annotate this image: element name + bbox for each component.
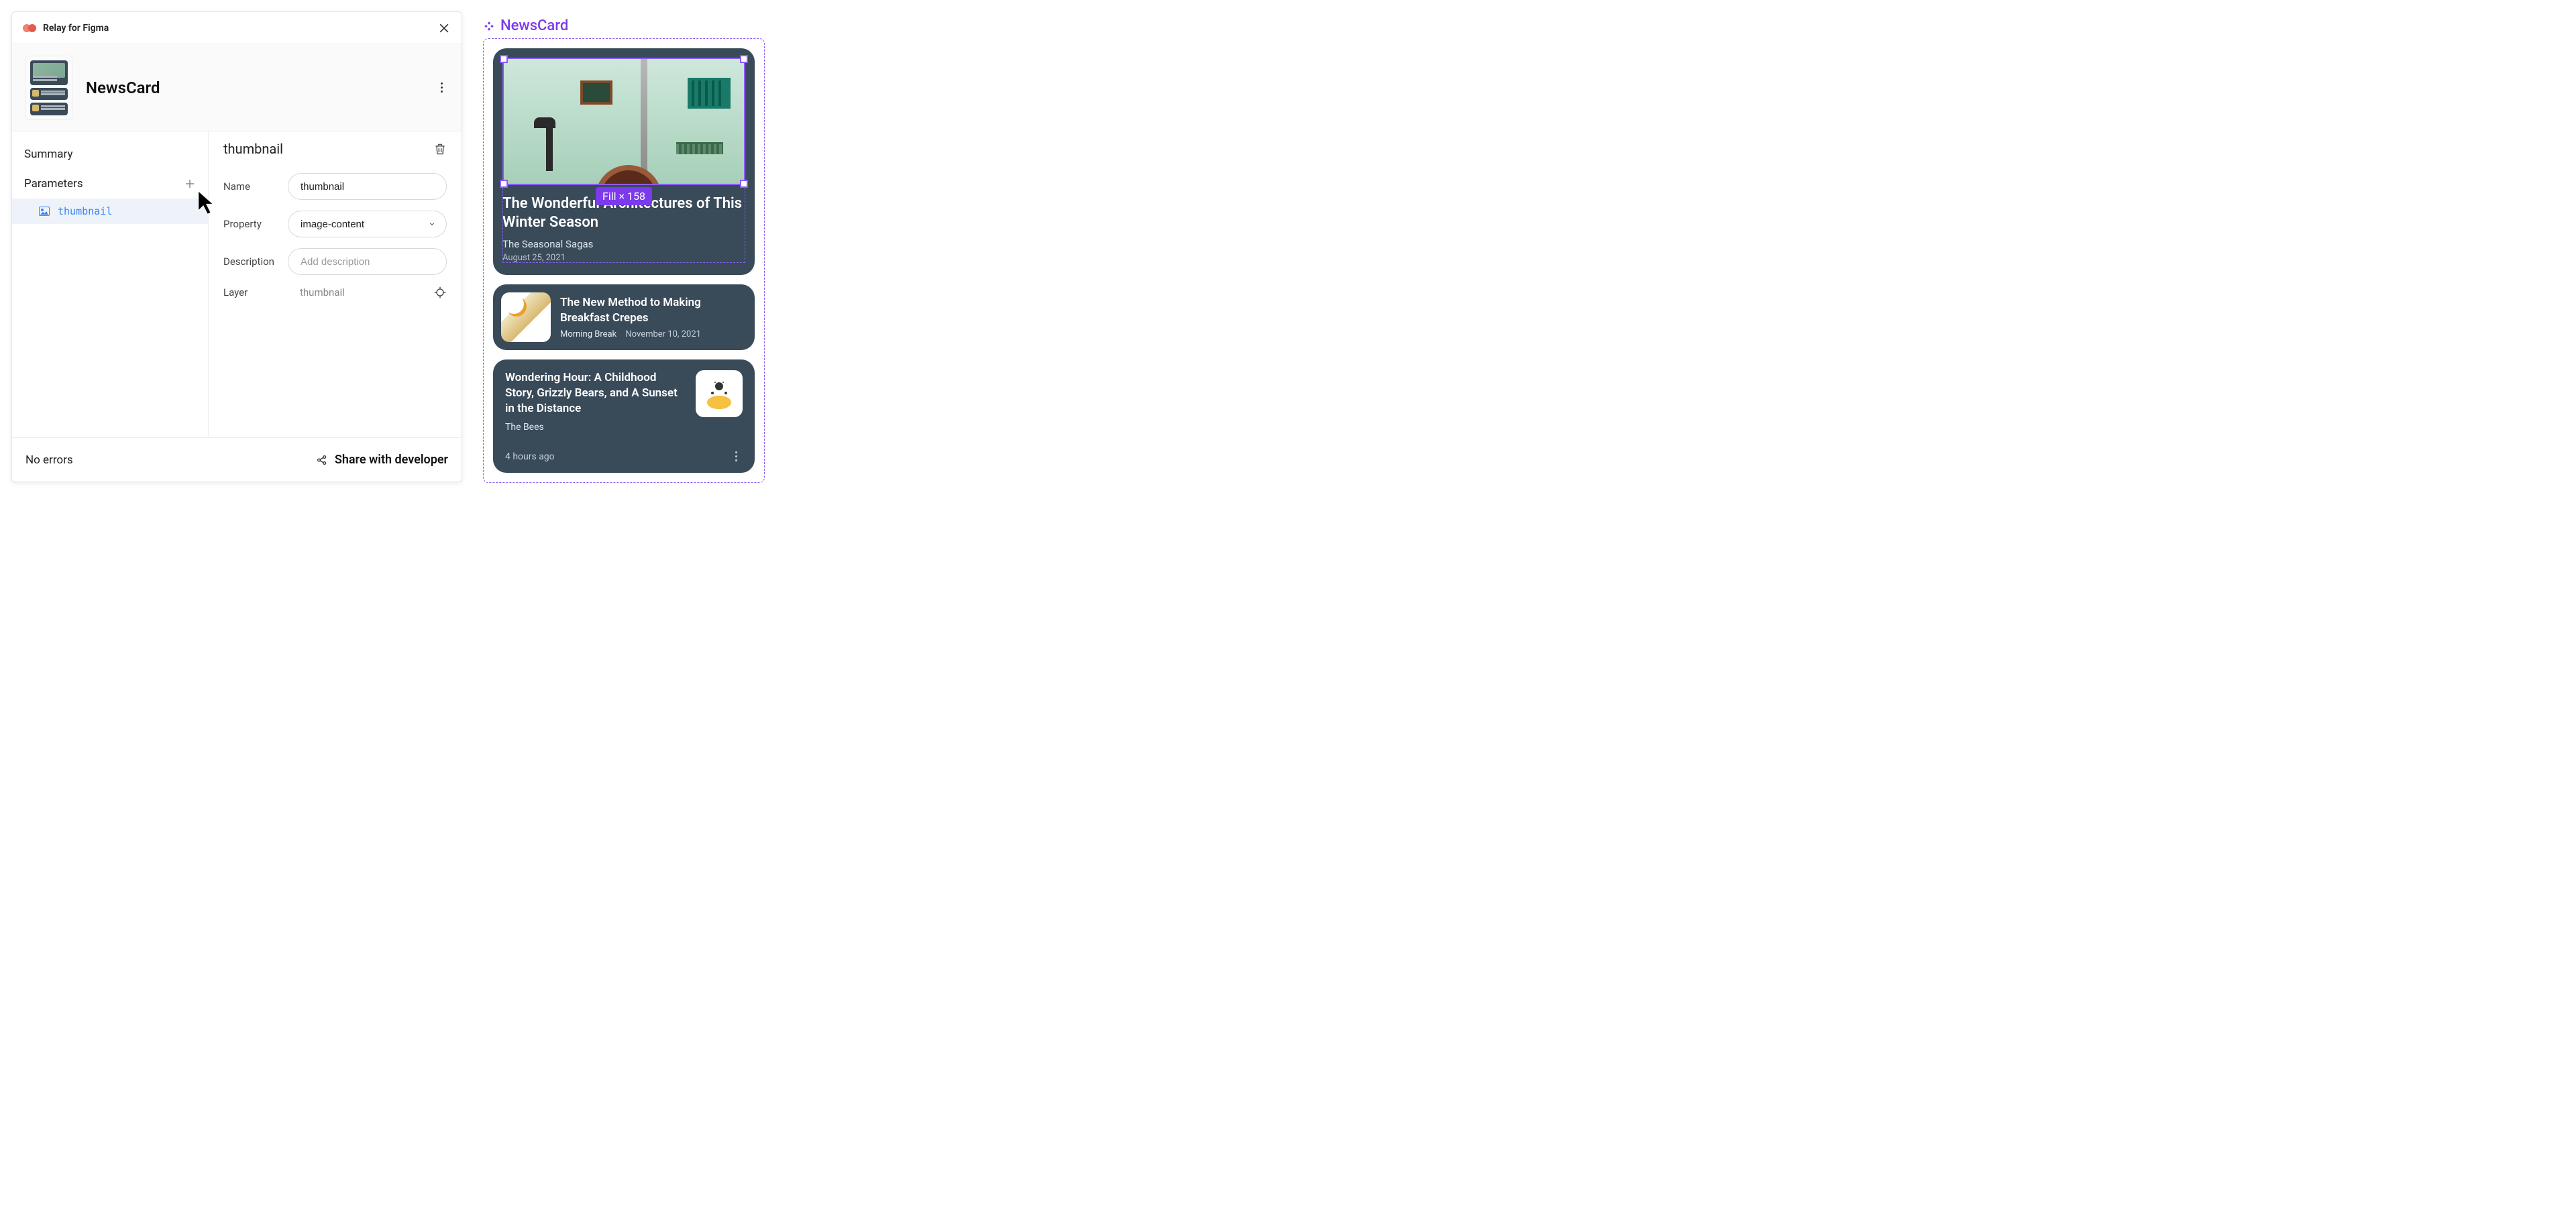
field-layer: Layer thumbnail: [223, 286, 447, 299]
overflow-time: 4 hours ago: [505, 451, 555, 462]
panel-footer: No errors Share with developer: [12, 437, 462, 482]
newscard-frame[interactable]: The Wonderful Architectures of This Wint…: [483, 38, 765, 483]
share-label: Share with developer: [335, 453, 448, 467]
parameter-label: thumbnail: [58, 205, 112, 217]
component-name: NewsCard: [86, 78, 435, 97]
audio-title: The New Method to Making Breakfast Crepe…: [560, 295, 744, 325]
relay-panel: Relay for Figma NewsCard Summary Paramet…: [11, 11, 462, 482]
overflow-source: The Bees: [505, 422, 686, 433]
component-bar: NewsCard: [12, 44, 462, 131]
error-status: No errors: [25, 453, 316, 467]
hero-date: August 25, 2021: [502, 253, 745, 263]
property-label: Property: [223, 218, 288, 230]
share-button[interactable]: Share with developer: [316, 453, 448, 467]
sidebar-parameters[interactable]: Parameters: [12, 169, 208, 199]
relay-logo-icon: [23, 23, 38, 33]
property-select[interactable]: [288, 211, 447, 237]
sidebar: Summary Parameters thumbnail: [12, 131, 209, 437]
hero-thumbnail[interactable]: [502, 58, 745, 185]
overflow-title: Wondering Hour: A Childhood Story, Grizz…: [505, 370, 686, 416]
frame-label-row[interactable]: NewsCard: [483, 17, 765, 34]
sidebar-summary[interactable]: Summary: [12, 140, 208, 169]
description-input[interactable]: [288, 248, 447, 275]
component-icon: [483, 20, 495, 32]
audio-meta: Morning Break November 10, 2021: [560, 329, 744, 339]
hero-source: The Seasonal Sagas: [502, 238, 745, 250]
overflow-thumbnail: [696, 370, 743, 417]
audio-thumbnail: [501, 292, 551, 342]
image-icon: [39, 207, 50, 216]
sidebar-parameters-label: Parameters: [24, 177, 83, 190]
layer-label: Layer: [223, 286, 288, 298]
panel-body: Summary Parameters thumbnail thumbnail: [12, 131, 462, 437]
figma-canvas: NewsCard The Wonderful Architectures of …: [483, 17, 765, 483]
hero-title: The Wonderful Architectures of This Wint…: [502, 194, 745, 231]
share-icon: [316, 454, 328, 466]
audio-date: November 10, 2021: [625, 329, 701, 339]
audio-source: Morning Break: [560, 329, 616, 339]
description-label: Description: [223, 256, 288, 268]
name-label: Name: [223, 180, 288, 192]
layer-value: thumbnail: [288, 286, 429, 298]
plugin-title: Relay for Figma: [43, 23, 437, 34]
overflow-card[interactable]: Wondering Hour: A Childhood Story, Grizz…: [493, 359, 755, 473]
parameter-item-thumbnail[interactable]: thumbnail: [12, 199, 208, 224]
target-icon[interactable]: [433, 286, 447, 299]
component-menu-button[interactable]: [435, 81, 448, 95]
field-name: Name: [223, 173, 447, 200]
panel-header: Relay for Figma: [12, 12, 462, 44]
component-thumbnail: [25, 56, 72, 120]
hero-card[interactable]: The Wonderful Architectures of This Wint…: [493, 48, 755, 275]
close-icon[interactable]: [437, 21, 451, 35]
audio-card[interactable]: The New Method to Making Breakfast Crepe…: [493, 284, 755, 350]
name-input[interactable]: [288, 173, 447, 200]
add-parameter-icon[interactable]: [184, 178, 196, 190]
field-description: Description: [223, 248, 447, 275]
detail-title: thumbnail: [223, 141, 433, 157]
overflow-menu-button[interactable]: [729, 450, 743, 463]
detail-pane: thumbnail Name Property: [209, 131, 462, 437]
detail-header: thumbnail: [223, 141, 447, 157]
trash-icon[interactable]: [433, 142, 447, 156]
field-property: Property: [223, 211, 447, 237]
frame-label: NewsCard: [500, 17, 568, 34]
sidebar-summary-label: Summary: [24, 148, 72, 161]
